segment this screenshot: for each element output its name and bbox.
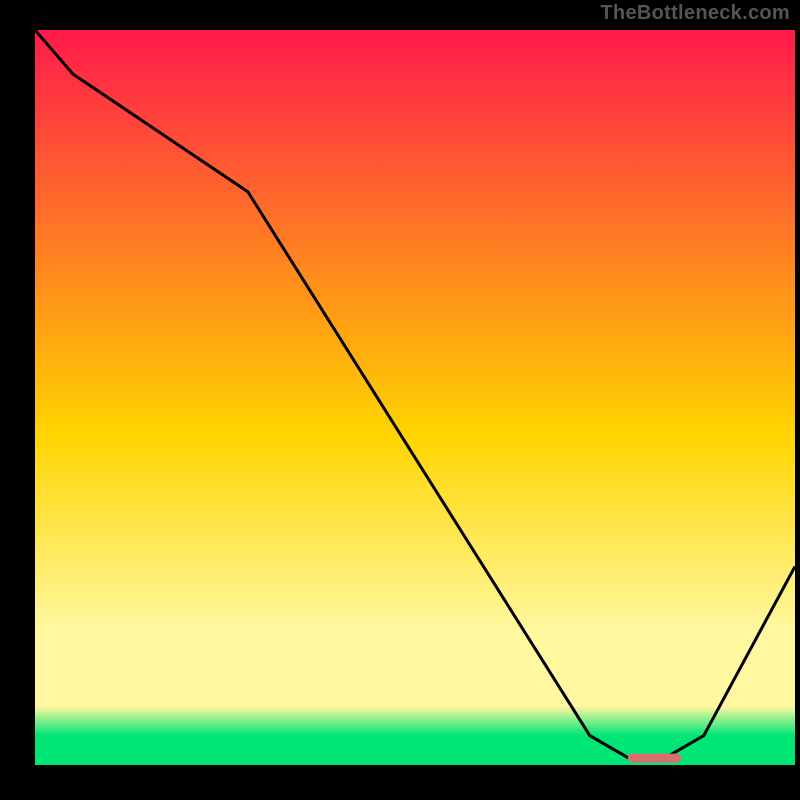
watermark-text: TheBottleneck.com: [600, 2, 790, 25]
gradient-background: [35, 30, 795, 765]
flat-minimum-marker: [628, 754, 681, 763]
chart-frame: TheBottleneck.com: [0, 0, 800, 800]
plot-svg: [35, 30, 795, 765]
plot-area: [35, 30, 795, 765]
